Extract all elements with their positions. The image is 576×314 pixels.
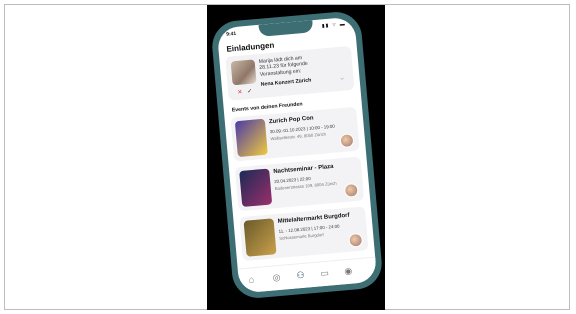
invitation-text: Marija lädt dich am 28.11.23 für folgend…	[258, 55, 309, 78]
friend-avatar	[343, 182, 359, 198]
event-image	[234, 118, 268, 158]
status-icons: ▮▮ ⌔ ▬	[321, 21, 347, 30]
ticket-icon[interactable]: ▭	[320, 268, 329, 280]
event-card[interactable]: Mittelaltermarkt Burgdorf 11. - 12.08.20…	[239, 206, 369, 262]
compass-icon[interactable]: ◎	[272, 272, 281, 284]
invitation-avatar	[230, 59, 257, 86]
event-title: Nachtseminar - Plaza	[273, 163, 334, 176]
accept-icon[interactable]: ✓	[247, 88, 253, 95]
event-image	[239, 168, 273, 207]
friend-avatar	[348, 232, 364, 248]
invitation-card[interactable]: Marija lädt dich am 28.11.23 für folgend…	[225, 45, 355, 101]
app-screen: 9:41 ▮▮ ⌔ ▬ Einladungen Marija lädt dich…	[216, 16, 378, 294]
event-title: Zurich Pop Con	[268, 115, 314, 126]
page-title: Einladungen	[226, 40, 275, 54]
status-time: 9:41	[225, 30, 237, 38]
event-card[interactable]: Nachtseminar - Plaza 20.04.2023 | 22:00 …	[234, 156, 365, 212]
event-location: Schlossemarkt Burgdorf	[278, 231, 324, 241]
event-card[interactable]: Zurich Pop Con 30.09.-01.10.2023 | 10:00…	[230, 106, 360, 162]
decline-icon[interactable]: ✕	[237, 89, 243, 96]
event-image	[243, 218, 277, 257]
phone-mockup: 9:41 ▮▮ ⌔ ▬ Einladungen Marija lädt dich…	[210, 9, 384, 301]
profile-icon[interactable]: ◉	[344, 266, 353, 278]
invitation-event: Nena Konzert Zürich	[260, 77, 312, 88]
friends-icon[interactable]: ⚇	[296, 270, 305, 282]
home-icon[interactable]: ⌂	[248, 274, 254, 284]
chevron-down-icon[interactable]: ⌄	[338, 73, 345, 83]
friend-avatar	[339, 133, 355, 149]
